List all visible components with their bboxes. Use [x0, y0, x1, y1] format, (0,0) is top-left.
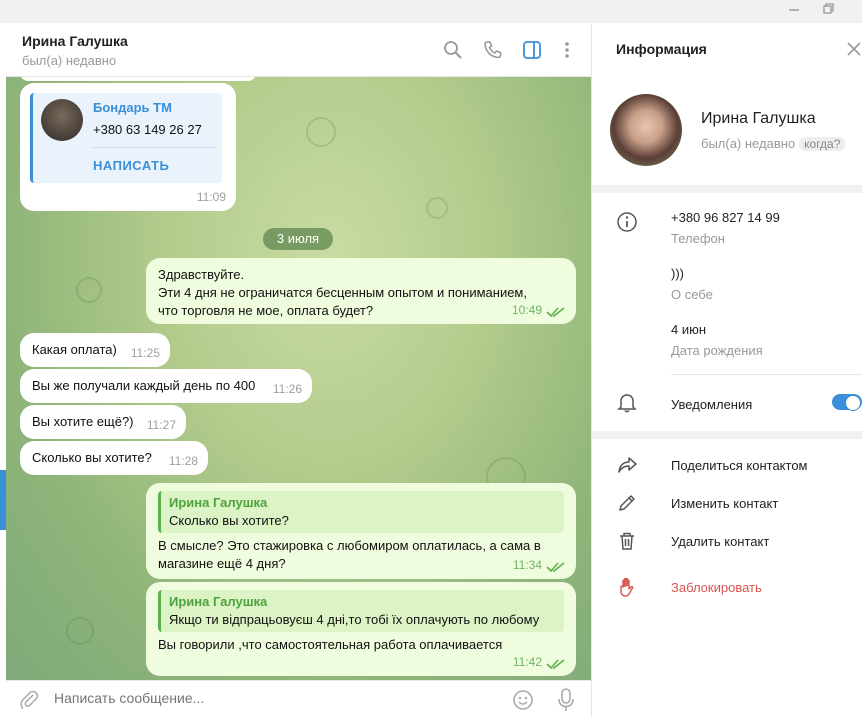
contact-phone: +380 63 149 26 27: [93, 122, 202, 137]
chat-header: Ирина Галушка был(а) недавно: [6, 23, 591, 77]
contact-message: Бондарь ТМ +380 63 149 26 27 НАПИСАТЬ 11…: [20, 83, 236, 211]
info-panel-title: Информация: [616, 41, 707, 57]
minimize-icon[interactable]: [782, 2, 806, 20]
chat-title[interactable]: Ирина Галушка: [22, 33, 128, 49]
more-menu-icon[interactable]: [556, 39, 578, 61]
section-divider: [592, 185, 862, 193]
chat-background: Бондарь ТМ +380 63 149 26 27 НАПИСАТЬ 11…: [6, 77, 591, 680]
chat-status: был(а) недавно: [22, 53, 117, 68]
message-time: 11:42: [512, 655, 542, 669]
message-bubble-outgoing: Ирина Галушка Якщо ти відпрацьовуєш 4 дн…: [146, 582, 576, 676]
reply-text: Сколько вы хотите?: [169, 513, 289, 528]
phone-label: Телефон: [671, 231, 725, 246]
message-bubble-incoming: Вы хотите ещё?) 11:27: [20, 405, 186, 439]
wallpaper-doodle: [306, 117, 336, 147]
section-divider: [592, 431, 862, 439]
message-time: 11:26: [272, 382, 302, 396]
message-line: магазине ещё 4 дня?: [158, 556, 286, 571]
wallpaper-doodle: [76, 277, 102, 303]
message-text: Вы хотите ещё?): [32, 414, 134, 429]
divider: [93, 147, 216, 148]
read-checkmarks-icon: [546, 659, 565, 670]
message-bubble-incoming: Вы же получали каждый день по 400 11:26: [20, 369, 312, 403]
about-value: ))): [671, 266, 684, 281]
reply-quote[interactable]: Ирина Галушка Якщо ти відпрацьовуєш 4 дн…: [158, 590, 564, 632]
share-contact-button[interactable]: Поделиться контактом: [671, 458, 808, 473]
notifications-toggle[interactable]: [832, 394, 862, 411]
read-checkmarks-icon: [546, 307, 565, 318]
sidebar-toggle-icon[interactable]: [521, 39, 543, 61]
info-panel: Информация Ирина Галушка был(а) недавно к…: [591, 23, 862, 717]
message-text: Вы же получали каждый день по 400: [32, 378, 256, 393]
message-line: Здравствуйте.: [158, 267, 245, 282]
message-bubble-partial: [20, 77, 256, 81]
about-label: О себе: [671, 287, 713, 302]
birthday-label: Дата рождения: [671, 343, 763, 358]
trash-icon: [620, 532, 634, 550]
phone-icon[interactable]: [482, 39, 504, 61]
profile-status-text: был(а) недавно: [701, 136, 796, 151]
wallpaper-doodle: [66, 617, 94, 645]
message-bubble-outgoing: Здравствуйте. Эти 4 дня не ограничатся б…: [146, 258, 576, 324]
window-titlebar: [0, 0, 862, 23]
message-time: 11:25: [130, 346, 160, 360]
reply-author: Ирина Галушка: [169, 594, 268, 609]
message-bubble-incoming: Какая оплата) 11:25: [20, 333, 170, 367]
emoji-icon[interactable]: [512, 689, 534, 711]
read-checkmarks-icon: [546, 562, 565, 573]
phone-value[interactable]: +380 96 827 14 99: [671, 210, 780, 225]
pencil-icon: [619, 495, 635, 511]
message-bubble-outgoing: Ирина Галушка Сколько вы хотите? В смысл…: [146, 483, 576, 579]
reply-text: Якщо ти відпрацьовуєш 4 дні,то тобі їх о…: [169, 612, 540, 627]
delete-contact-button[interactable]: Удалить контакт: [671, 534, 769, 549]
message-composer: [6, 680, 591, 717]
birthday-value: 4 июн: [671, 322, 707, 337]
avatar[interactable]: [610, 94, 682, 166]
attach-icon[interactable]: [18, 689, 40, 711]
message-line: Вы говорили ,что самостоятельная работа …: [158, 637, 503, 652]
block-contact-button[interactable]: Заблокировать: [671, 580, 762, 595]
bell-icon: [617, 394, 637, 413]
block-hand-icon: [620, 578, 634, 597]
message-bubble-incoming: Сколько вы хотите? 11:28: [20, 441, 208, 475]
restore-icon[interactable]: [816, 2, 840, 20]
message-time: 11:28: [168, 454, 198, 468]
chat-panel: Ирина Галушка был(а) недавно Бондарь ТМ: [6, 23, 591, 717]
search-icon[interactable]: [442, 39, 464, 61]
divider: [671, 374, 862, 375]
share-icon: [618, 457, 637, 473]
message-input[interactable]: [54, 690, 494, 706]
contact-name[interactable]: Бондарь ТМ: [93, 99, 172, 117]
message-time: 11:09: [196, 190, 226, 204]
message-line: что торговля не мое, оплата будет?: [158, 303, 374, 318]
microphone-icon[interactable]: [556, 687, 576, 713]
message-text: Сколько вы хотите?: [32, 450, 152, 465]
date-divider: 3 июля: [263, 228, 333, 250]
profile-name: Ирина Галушка: [701, 110, 816, 127]
last-seen-when-button[interactable]: когда?: [799, 137, 846, 151]
message-line: Эти 4 дня не ограничатся бесценным опыто…: [158, 285, 527, 300]
info-icon: [617, 212, 637, 232]
message-text: Какая оплата): [32, 342, 117, 357]
notifications-label: Уведомления: [671, 397, 753, 412]
profile-status: был(а) недавно когда?: [701, 136, 846, 151]
shared-contact-card[interactable]: Бондарь ТМ +380 63 149 26 27 НАПИСАТЬ: [30, 93, 222, 183]
reply-author: Ирина Галушка: [169, 495, 268, 510]
reply-quote[interactable]: Ирина Галушка Сколько вы хотите?: [158, 491, 564, 533]
message-line: В смысле? Это стажировка с любомиром опл…: [158, 538, 541, 553]
message-time: 11:27: [146, 418, 176, 432]
write-message-button[interactable]: НАПИСАТЬ: [93, 157, 169, 175]
wallpaper-doodle: [426, 197, 448, 219]
edit-contact-button[interactable]: Изменить контакт: [671, 496, 778, 511]
avatar: [41, 99, 83, 141]
close-icon[interactable]: [847, 42, 861, 56]
message-time: 11:34: [512, 558, 542, 572]
message-time: 10:49: [511, 303, 542, 317]
